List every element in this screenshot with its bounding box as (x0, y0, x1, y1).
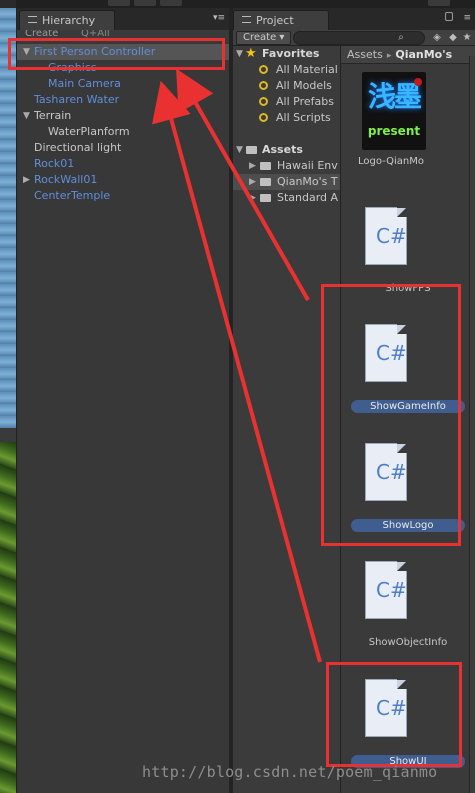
annotation-arrows (151, 68, 322, 663)
arrow-to-showgameinfo (176, 68, 310, 301)
watermark: http://blog.csdn.net/poem_qianmo (142, 763, 438, 781)
